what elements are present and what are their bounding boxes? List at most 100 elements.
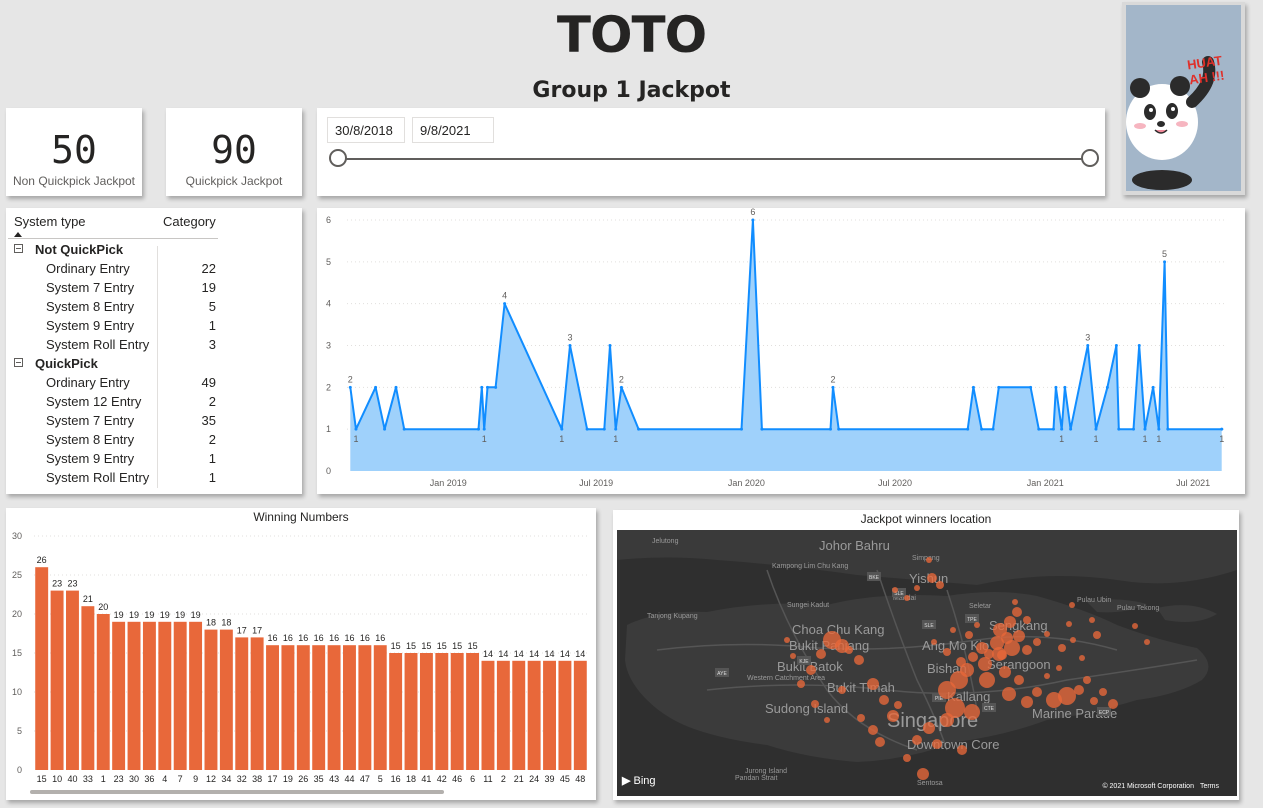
data-point[interactable] <box>560 427 564 431</box>
column-header-category[interactable]: Category <box>163 214 216 229</box>
location-marker[interactable] <box>1066 621 1072 627</box>
table-row[interactable]: System 7 Entry 19 <box>6 278 216 297</box>
location-marker[interactable] <box>1056 665 1062 671</box>
location-marker[interactable] <box>811 700 819 708</box>
data-point[interactable] <box>619 385 623 389</box>
kpi-card-quickpick[interactable]: 90 Quickpick Jackpot <box>166 108 302 196</box>
horizontal-scrollbar[interactable] <box>30 790 444 794</box>
data-point[interactable] <box>1105 385 1109 389</box>
bar[interactable] <box>512 660 526 770</box>
data-point[interactable] <box>1063 385 1067 389</box>
data-point[interactable] <box>614 427 618 431</box>
location-marker[interactable] <box>790 653 796 659</box>
location-marker[interactable] <box>914 585 920 591</box>
location-marker[interactable] <box>1058 644 1066 652</box>
location-marker[interactable] <box>838 686 846 694</box>
location-marker[interactable] <box>1023 616 1031 624</box>
data-point[interactable] <box>1086 344 1090 347</box>
data-point[interactable] <box>585 427 589 431</box>
bar[interactable] <box>219 629 233 770</box>
location-marker[interactable] <box>1058 687 1076 705</box>
location-marker[interactable] <box>857 714 865 722</box>
location-marker[interactable] <box>964 704 980 720</box>
location-marker[interactable] <box>926 557 932 563</box>
location-marker[interactable] <box>797 680 805 688</box>
location-marker[interactable] <box>1014 675 1024 685</box>
data-point[interactable] <box>476 427 480 431</box>
bar[interactable] <box>373 645 387 770</box>
bar[interactable] <box>189 621 203 770</box>
location-marker[interactable] <box>957 745 967 755</box>
map-terms-link[interactable]: Terms <box>1200 783 1219 790</box>
location-marker[interactable] <box>931 639 937 645</box>
location-marker[interactable] <box>968 652 978 662</box>
location-marker[interactable] <box>1044 631 1050 637</box>
data-point[interactable] <box>485 385 489 389</box>
location-marker[interactable] <box>806 665 816 675</box>
location-marker[interactable] <box>965 631 973 639</box>
bar[interactable] <box>96 614 110 770</box>
location-marker[interactable] <box>1070 637 1076 643</box>
location-marker[interactable] <box>917 768 929 780</box>
column-header-system-type[interactable]: System type <box>14 214 86 229</box>
bar[interactable] <box>435 653 449 770</box>
bar[interactable] <box>127 621 141 770</box>
data-point[interactable] <box>394 385 398 389</box>
data-point[interactable] <box>829 427 833 431</box>
location-marker[interactable] <box>887 710 899 722</box>
bar[interactable] <box>543 660 556 770</box>
data-point[interactable] <box>980 427 984 431</box>
data-point[interactable] <box>1163 260 1167 264</box>
location-marker[interactable] <box>784 637 790 643</box>
location-marker[interactable] <box>1013 630 1025 642</box>
location-marker[interactable] <box>868 725 878 735</box>
bar[interactable] <box>496 660 510 770</box>
data-point[interactable] <box>503 302 507 306</box>
location-marker[interactable] <box>1002 687 1016 701</box>
bar[interactable] <box>50 590 64 770</box>
bar[interactable] <box>158 621 172 770</box>
table-row[interactable]: Ordinary Entry 49 <box>6 373 216 392</box>
group-row-not-quickpick[interactable]: Not QuickPick <box>6 240 216 259</box>
slider-start-handle[interactable] <box>329 149 347 167</box>
location-marker[interactable] <box>1022 645 1032 655</box>
data-point[interactable] <box>1060 427 1064 431</box>
location-marker[interactable] <box>923 722 935 734</box>
location-marker[interactable] <box>816 649 826 659</box>
data-point[interactable] <box>837 427 841 431</box>
end-date-input[interactable]: 9/8/2021 <box>412 117 494 143</box>
location-marker[interactable] <box>936 581 944 589</box>
bar[interactable] <box>296 645 310 770</box>
location-marker[interactable] <box>1021 696 1033 708</box>
location-marker[interactable] <box>940 713 954 727</box>
date-range-slicer[interactable]: 30/8/2018 9/8/2021 <box>317 108 1105 196</box>
location-marker[interactable] <box>1090 697 1098 705</box>
data-point[interactable] <box>1143 427 1147 431</box>
location-marker[interactable] <box>875 737 885 747</box>
bar[interactable] <box>81 606 95 770</box>
slider-end-handle[interactable] <box>1081 149 1099 167</box>
bar[interactable] <box>389 653 403 770</box>
data-point[interactable] <box>1166 427 1170 431</box>
data-point[interactable] <box>966 427 970 431</box>
location-marker[interactable] <box>1044 673 1050 679</box>
data-point[interactable] <box>602 427 606 431</box>
location-marker[interactable] <box>974 622 980 628</box>
table-row[interactable]: System 9 Entry 1 <box>6 449 216 468</box>
bar[interactable] <box>343 645 356 770</box>
data-point[interactable] <box>1137 344 1141 347</box>
data-point[interactable] <box>739 427 743 431</box>
location-marker[interactable] <box>1032 687 1042 697</box>
data-point[interactable] <box>991 427 995 431</box>
data-point[interactable] <box>997 385 1001 389</box>
location-marker[interactable] <box>1093 631 1101 639</box>
location-marker[interactable] <box>938 681 956 699</box>
location-marker[interactable] <box>1033 638 1041 646</box>
data-point[interactable] <box>494 385 498 389</box>
bar[interactable] <box>527 660 541 770</box>
kpi-card-non-quickpick[interactable]: 50 Non Quickpick Jackpot <box>6 108 142 196</box>
bar[interactable] <box>312 645 326 770</box>
data-point[interactable] <box>831 385 835 389</box>
location-marker[interactable] <box>1089 617 1095 623</box>
location-marker[interactable] <box>1012 607 1022 617</box>
